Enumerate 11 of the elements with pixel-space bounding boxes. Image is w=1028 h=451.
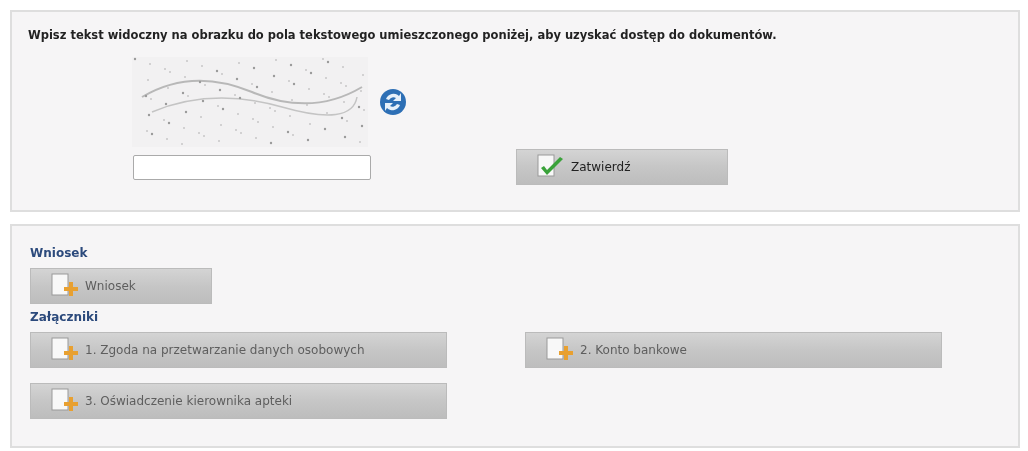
add-document-icon bbox=[546, 337, 574, 363]
section-heading: Załączniki bbox=[30, 310, 99, 324]
add-document-icon bbox=[51, 273, 79, 299]
add-document-icon bbox=[51, 388, 79, 414]
section-heading: Wniosek bbox=[30, 246, 88, 260]
instruction-text: Wpisz tekst widoczny na obrazku do pola tekstowego umieszczonego poniżej, aby uzyskać dostęp do dokumentów. bbox=[28, 28, 777, 42]
captcha-input[interactable] bbox=[133, 154, 371, 180]
check-icon bbox=[537, 154, 565, 180]
submit-button[interactable]: Zatwierdź bbox=[516, 149, 728, 185]
refresh-icon[interactable] bbox=[378, 87, 408, 117]
add-document-icon bbox=[51, 337, 79, 363]
